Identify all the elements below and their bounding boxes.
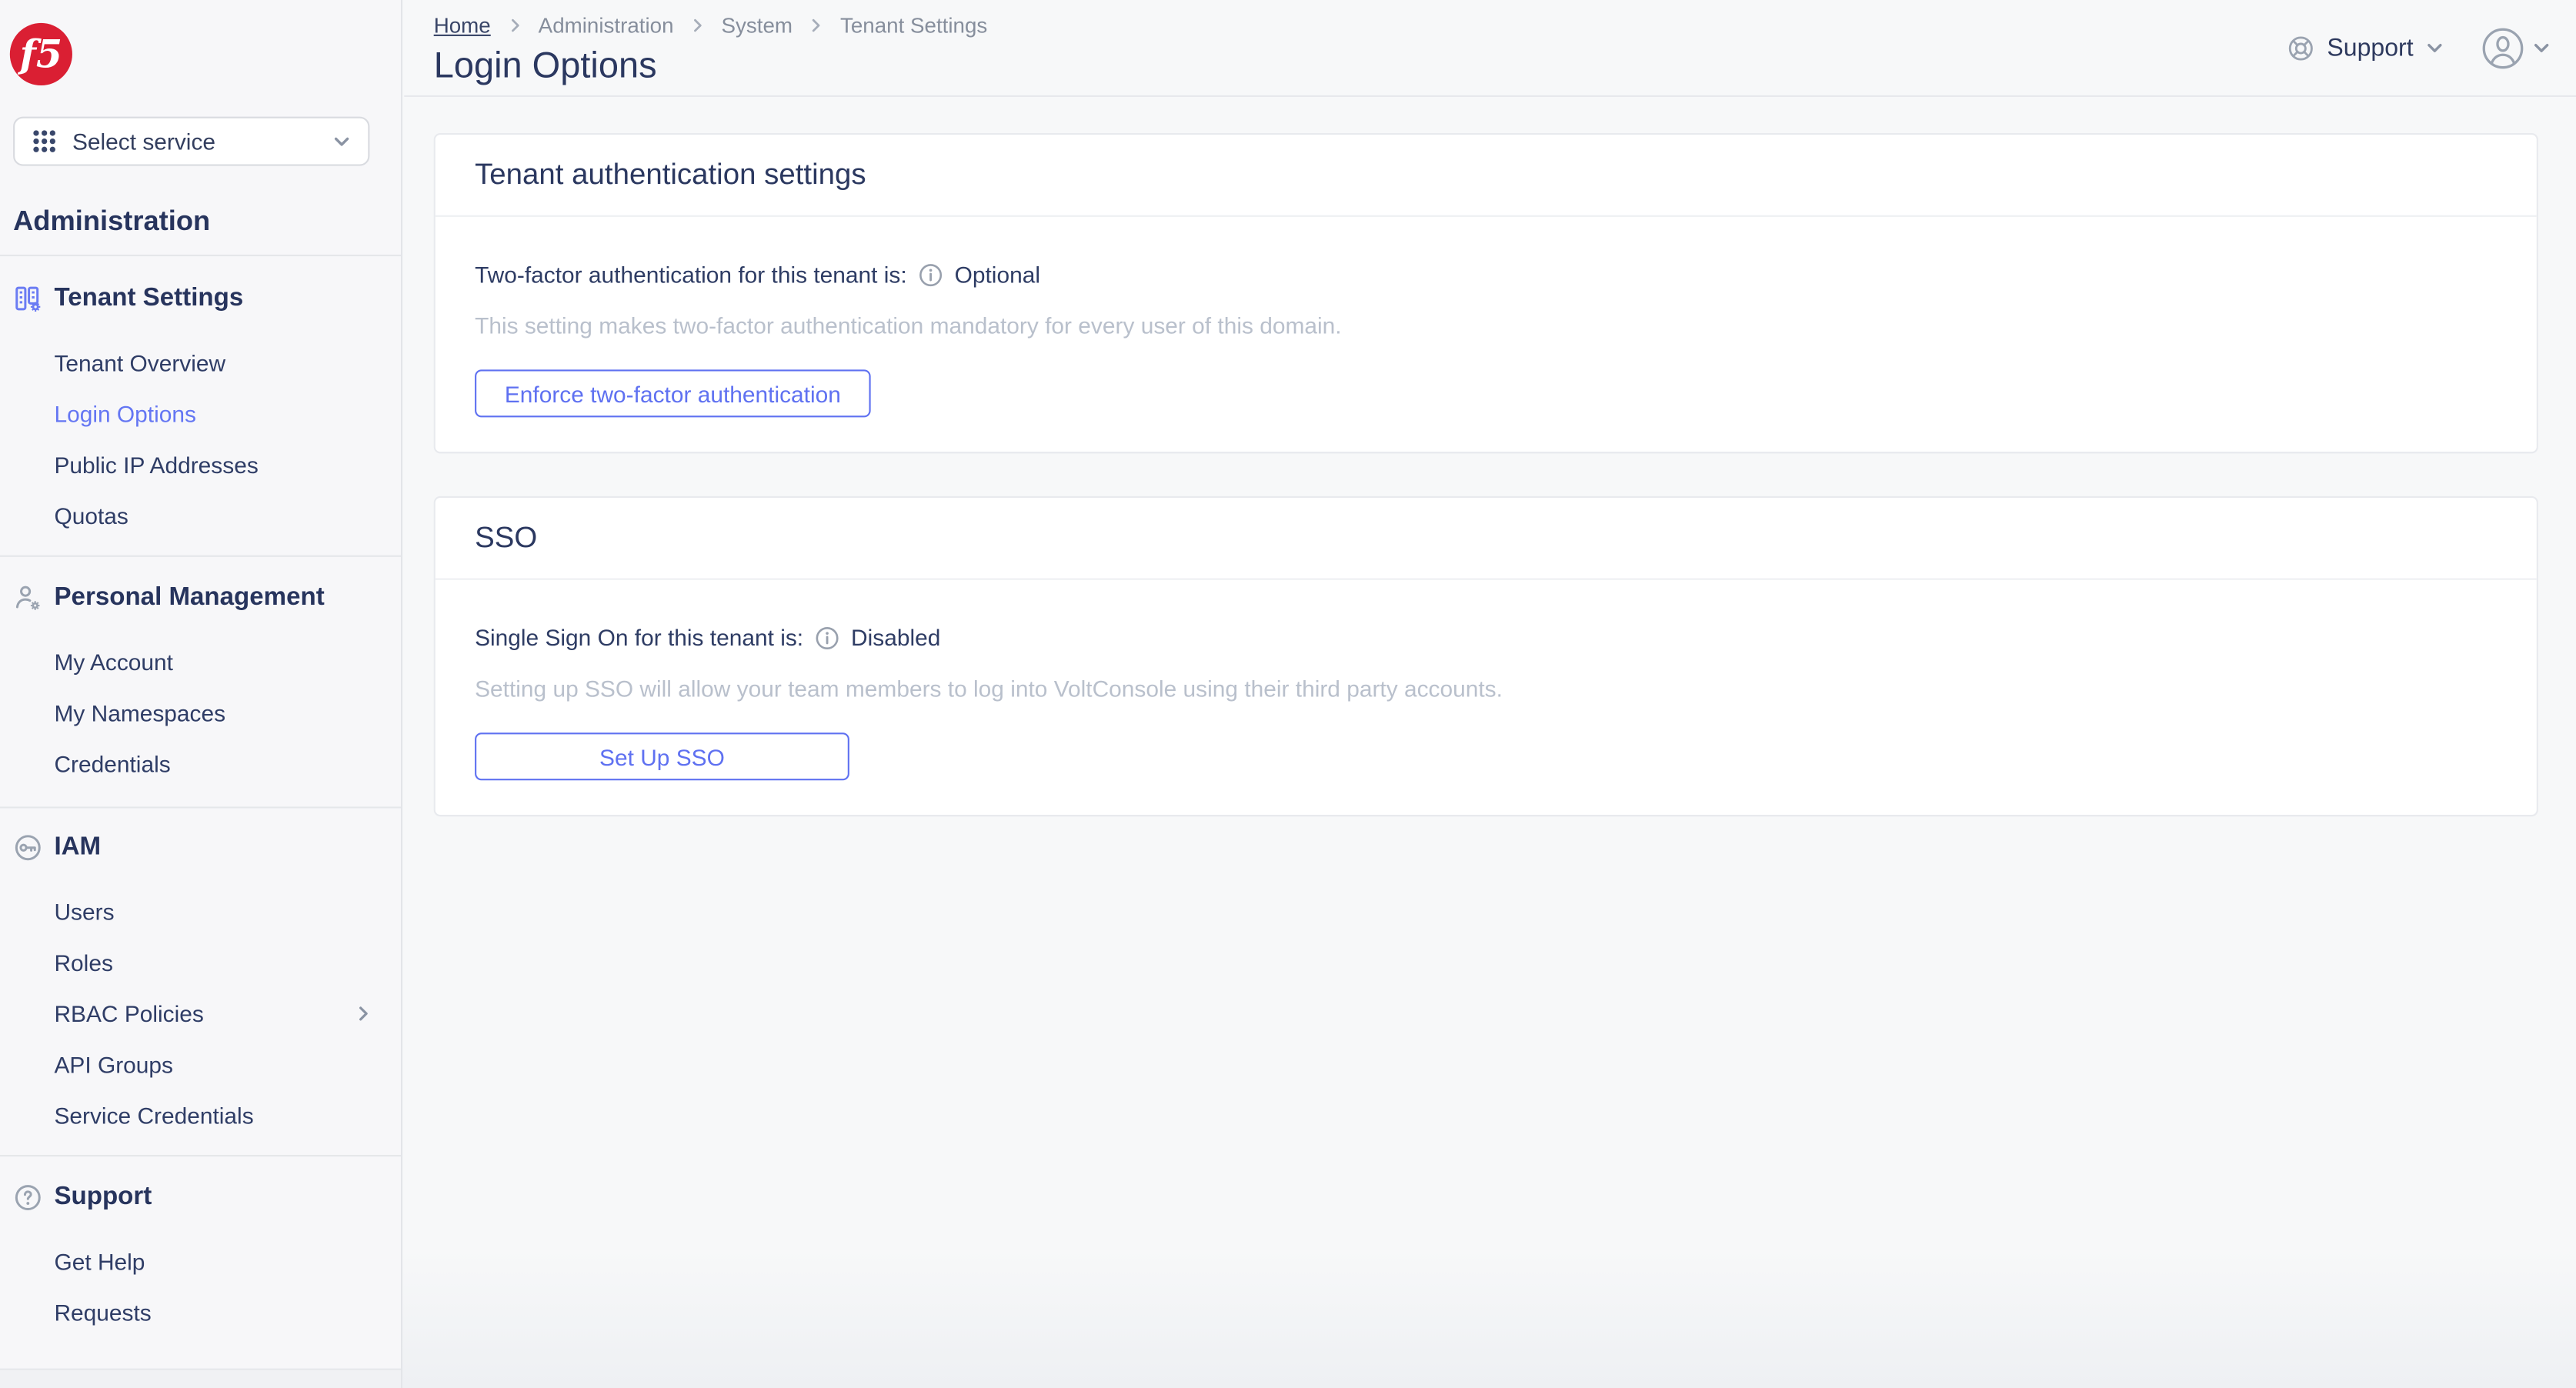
- main-content: Home Administration System Tenant Settin…: [404, 0, 2576, 1388]
- two-factor-description: This setting makes two-factor authentica…: [475, 312, 1342, 339]
- sso-status-row: Single Sign On for this tenant is: Disab…: [475, 622, 2497, 652]
- content-header: Home Administration System Tenant Settin…: [404, 0, 2576, 97]
- sidebar-item-my-namespaces[interactable]: My Namespaces: [0, 689, 401, 739]
- sidebar-item-tenant-overview[interactable]: Tenant Overview: [0, 339, 401, 389]
- sidebar-item-quotas[interactable]: Quotas: [0, 491, 401, 542]
- support-menu[interactable]: Support: [2287, 34, 2444, 62]
- card-body: Single Sign On for this tenant is: Disab…: [435, 580, 2537, 815]
- chevron-right-icon: [353, 1004, 373, 1024]
- sidebar-section-personal-management: Personal Management My Account My Namesp…: [0, 582, 401, 790]
- card-body: Two-factor authentication for this tenan…: [435, 217, 2537, 452]
- two-factor-status-label: Two-factor authentication for this tenan…: [475, 261, 907, 288]
- section-label: Tenant Settings: [54, 284, 244, 312]
- sidebar-item-users[interactable]: Users: [0, 887, 401, 938]
- account-menu[interactable]: [2481, 25, 2551, 70]
- sidebar-title: Administration: [13, 205, 211, 237]
- avatar-icon: [2481, 25, 2525, 70]
- enforce-two-factor-button[interactable]: Enforce two-factor authentication: [475, 369, 871, 418]
- section-header-iam: IAM: [0, 831, 401, 864]
- apps-grid-icon: [32, 128, 58, 155]
- sidebar-divider: [0, 1155, 401, 1157]
- sso-status-label: Single Sign On for this tenant is:: [475, 624, 804, 651]
- info-icon[interactable]: [815, 625, 839, 649]
- chevron-down-icon: [2425, 38, 2445, 58]
- section-label: Personal Management: [54, 582, 325, 612]
- breadcrumb-administration[interactable]: Administration: [539, 13, 674, 38]
- sidebar-item-api-groups[interactable]: API Groups: [0, 1040, 401, 1091]
- card-tenant-authentication-settings: Tenant authentication settings Two-facto…: [433, 132, 2538, 454]
- sidebar-bottom-strip: [0, 1370, 401, 1388]
- service-selector-label: Select service: [72, 128, 216, 155]
- sidebar-item-my-account[interactable]: My Account: [0, 637, 401, 688]
- chevron-down-icon: [2531, 38, 2551, 58]
- key-icon: [13, 833, 42, 862]
- card-sso: SSO Single Sign On for this tenant is: D…: [433, 495, 2538, 817]
- sidebar-divider: [0, 806, 401, 809]
- page-title: Login Options: [433, 44, 657, 86]
- breadcrumb-home[interactable]: Home: [434, 13, 491, 38]
- breadcrumb: Home Administration System Tenant Settin…: [434, 13, 988, 38]
- breadcrumb-tenant-settings[interactable]: Tenant Settings: [840, 13, 987, 38]
- header-actions: Support: [2287, 25, 2551, 71]
- chevron-right-icon: [807, 16, 825, 34]
- section-label: IAM: [54, 832, 102, 861]
- service-selector[interactable]: Select service: [13, 116, 370, 166]
- building-gear-icon: [13, 284, 42, 313]
- sidebar: f5 Select service Administration Tenant …: [0, 0, 403, 1388]
- sidebar-section-tenant-settings: Tenant Settings Tenant Overview Login Op…: [0, 282, 401, 542]
- app-window: f5 Select service Administration Tenant …: [0, 0, 2576, 1388]
- sidebar-item-requests[interactable]: Requests: [0, 1288, 401, 1339]
- section-header-support: Support: [0, 1181, 401, 1214]
- f5-logo[interactable]: f5: [9, 22, 72, 86]
- sidebar-section-iam: IAM Users Roles RBAC Policies API Groups…: [0, 831, 401, 1142]
- cards-area: Tenant authentication settings Two-facto…: [404, 97, 2576, 817]
- sidebar-section-support: Support Get Help Requests: [0, 1181, 401, 1339]
- sso-status-value: Disabled: [851, 624, 941, 651]
- sidebar-item-login-options[interactable]: Login Options: [0, 389, 401, 440]
- sidebar-item-get-help[interactable]: Get Help: [0, 1237, 401, 1288]
- set-up-sso-button[interactable]: Set Up SSO: [475, 732, 849, 781]
- lifebuoy-icon: [2287, 34, 2315, 62]
- chevron-right-icon: [506, 16, 523, 34]
- section-header-tenant-settings: Tenant Settings: [0, 282, 401, 315]
- chevron-down-icon: [332, 132, 352, 152]
- card-title: Tenant authentication settings: [435, 135, 2537, 217]
- two-factor-status-value: Optional: [954, 261, 1040, 288]
- section-header-personal-management: Personal Management: [0, 582, 401, 615]
- sidebar-item-public-ip-addresses[interactable]: Public IP Addresses: [0, 440, 401, 491]
- two-factor-status-row: Two-factor authentication for this tenan…: [475, 259, 2497, 289]
- breadcrumb-system[interactable]: System: [721, 13, 792, 38]
- sidebar-item-roles[interactable]: Roles: [0, 938, 401, 989]
- info-icon[interactable]: [919, 262, 943, 287]
- sidebar-item-service-credentials[interactable]: Service Credentials: [0, 1091, 401, 1142]
- section-label: Support: [54, 1183, 152, 1211]
- sidebar-divider: [0, 555, 401, 557]
- chevron-right-icon: [689, 16, 706, 34]
- user-gear-icon: [13, 583, 42, 612]
- card-title: SSO: [435, 498, 2537, 580]
- support-menu-label: Support: [2327, 33, 2414, 62]
- sidebar-item-credentials[interactable]: Credentials: [0, 739, 401, 790]
- f5-logo-text: f5: [19, 32, 63, 77]
- help-circle-icon: [13, 1183, 42, 1212]
- sidebar-divider: [0, 254, 401, 257]
- sso-description: Setting up SSO will allow your team memb…: [475, 675, 1503, 702]
- sidebar-item-rbac-policies[interactable]: RBAC Policies: [0, 989, 401, 1039]
